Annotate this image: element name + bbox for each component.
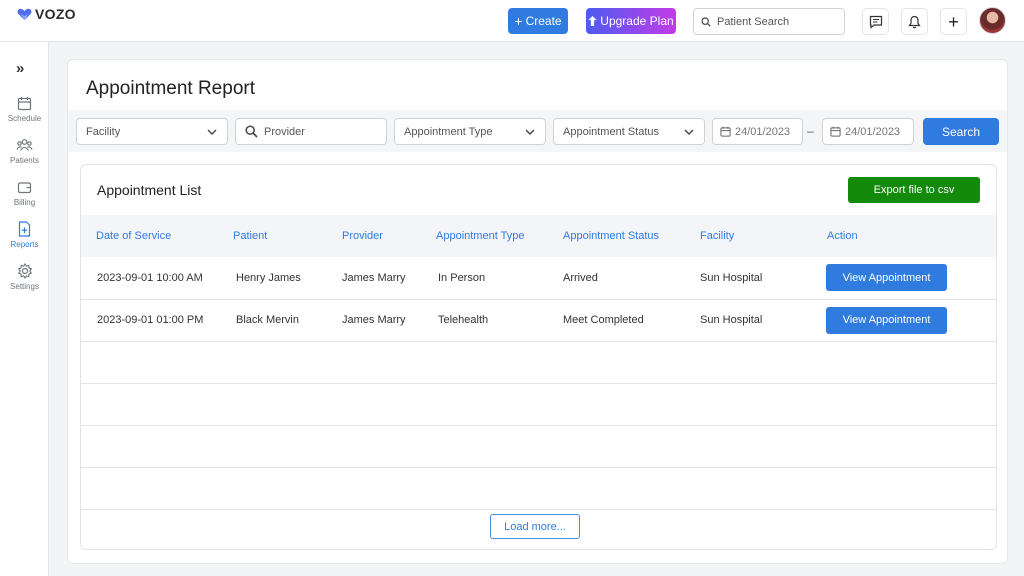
column-header[interactable]: Appointment Type (421, 215, 548, 257)
sidebar: » Schedule Patients Billing Reports Sett… (0, 42, 49, 576)
chat-icon (869, 15, 882, 29)
appointment-type-select[interactable]: Appointment Type (394, 118, 546, 145)
export-csv-button[interactable]: Export file to csv (848, 177, 980, 203)
cell-facility: Sun Hospital (685, 299, 812, 342)
logo-text: VOZO (35, 6, 76, 22)
facility-select[interactable]: Facility (76, 118, 228, 145)
cell-date: 2023-09-01 01:00 PM (81, 299, 218, 342)
column-header[interactable]: Date of Service (81, 215, 218, 257)
sidebar-item-label: Schedule (7, 114, 42, 123)
provider-search-input[interactable]: Provider (235, 118, 387, 145)
cell-action: View Appointment (812, 257, 996, 300)
appointment-type-select-value: Appointment Type (404, 125, 493, 138)
column-header[interactable]: Provider (327, 215, 421, 257)
notifications-button[interactable] (901, 8, 928, 35)
search-icon (701, 16, 711, 27)
bell-icon (908, 15, 921, 28)
view-appointment-button[interactable]: View Appointment (826, 306, 947, 334)
calendar-icon (830, 126, 841, 137)
cell-action: View Appointment (812, 299, 996, 342)
date-to-input[interactable]: 24/01/2023 (822, 118, 914, 145)
create-button[interactable]: + Create (508, 8, 568, 34)
load-more-button[interactable]: Load more... (490, 514, 580, 539)
search-icon (245, 125, 258, 138)
chevron-down-icon (525, 129, 535, 135)
calendar-icon (720, 126, 731, 137)
top-bar: VOZO + Create Upgrade Plan Patient Searc… (0, 0, 1024, 42)
arrow-up-icon (588, 16, 597, 26)
logo[interactable]: VOZO (17, 6, 76, 22)
chevron-down-icon (684, 129, 694, 135)
table-row: 2023-09-01 01:00 PM Black Mervin James M… (81, 299, 996, 342)
search-button[interactable]: Search (923, 118, 999, 145)
cell-type: In Person (421, 257, 548, 300)
cell-patient: Henry James (218, 257, 327, 300)
upgrade-label: Upgrade Plan (600, 14, 674, 28)
date-range-separator: – (807, 124, 814, 138)
provider-placeholder: Provider (264, 125, 305, 138)
cell-patient: Black Mervin (218, 299, 327, 342)
cell-date: 2023-09-01 10:00 AM (81, 257, 218, 300)
report-icon (18, 221, 31, 237)
cell-type: Telehealth (421, 299, 548, 342)
list-title: Appointment List (97, 182, 202, 198)
appointment-status-select[interactable]: Appointment Status (553, 118, 705, 145)
date-from-input[interactable]: 24/01/2023 (712, 118, 803, 145)
create-label: Create (525, 14, 562, 28)
expand-sidebar-icon[interactable]: » (16, 60, 24, 77)
user-avatar[interactable] (979, 7, 1006, 34)
cell-provider: James Marry (327, 257, 421, 300)
view-appointment-button[interactable]: View Appointment (826, 264, 947, 292)
messages-button[interactable] (862, 8, 889, 35)
plus-icon: + (948, 11, 959, 32)
column-header[interactable]: Facility (685, 215, 812, 257)
column-header[interactable]: Patient (218, 215, 327, 257)
heart-logo-icon (17, 8, 32, 20)
report-card: Appointment Report Facility Provider App… (67, 59, 1008, 564)
empty-row (81, 467, 996, 510)
sidebar-item-billing[interactable]: Billing (0, 180, 49, 207)
cell-facility: Sun Hospital (685, 257, 812, 300)
users-icon (16, 139, 33, 151)
column-header[interactable]: Appointment Status (548, 215, 685, 257)
chevron-down-icon (207, 129, 217, 135)
patient-search-input[interactable]: Patient Search (693, 8, 845, 35)
cell-status: Arrived (548, 257, 685, 300)
cell-provider: James Marry (327, 299, 421, 342)
sidebar-item-patients[interactable]: Patients (0, 138, 49, 165)
sidebar-item-label: Reports (10, 240, 39, 249)
empty-row (81, 383, 996, 426)
sidebar-item-schedule[interactable]: Schedule (0, 96, 49, 123)
sidebar-item-reports[interactable]: Reports (0, 221, 49, 249)
page-title: Appointment Report (86, 78, 255, 99)
calendar-icon (17, 97, 32, 111)
facility-select-value: Facility (86, 125, 121, 138)
empty-row (81, 341, 996, 384)
sidebar-item-label: Billing (13, 198, 36, 207)
wallet-icon (17, 182, 32, 194)
date-from-value: 24/01/2023 (735, 125, 791, 138)
sidebar-item-settings[interactable]: Settings (0, 263, 49, 291)
plus-icon: + (514, 13, 523, 29)
sidebar-item-label: Settings (10, 282, 39, 291)
upgrade-plan-button[interactable]: Upgrade Plan (586, 8, 676, 34)
appointment-table: Date of Service Patient Provider Appoint… (81, 215, 996, 510)
date-to-value: 24/01/2023 (845, 125, 901, 138)
cell-status: Meet Completed (548, 299, 685, 342)
add-button[interactable]: + (940, 8, 967, 35)
patient-search-placeholder: Patient Search (717, 15, 790, 28)
table-row: 2023-09-01 10:00 AM Henry James James Ma… (81, 257, 996, 300)
appointment-status-select-value: Appointment Status (563, 125, 660, 138)
gear-icon (17, 263, 32, 279)
column-header: Action (827, 230, 858, 242)
table-header-row: Date of Service Patient Provider Appoint… (81, 215, 996, 257)
empty-row (81, 425, 996, 468)
sidebar-item-label: Patients (10, 156, 39, 165)
appointment-list: Appointment List Export file to csv Date… (80, 164, 997, 550)
